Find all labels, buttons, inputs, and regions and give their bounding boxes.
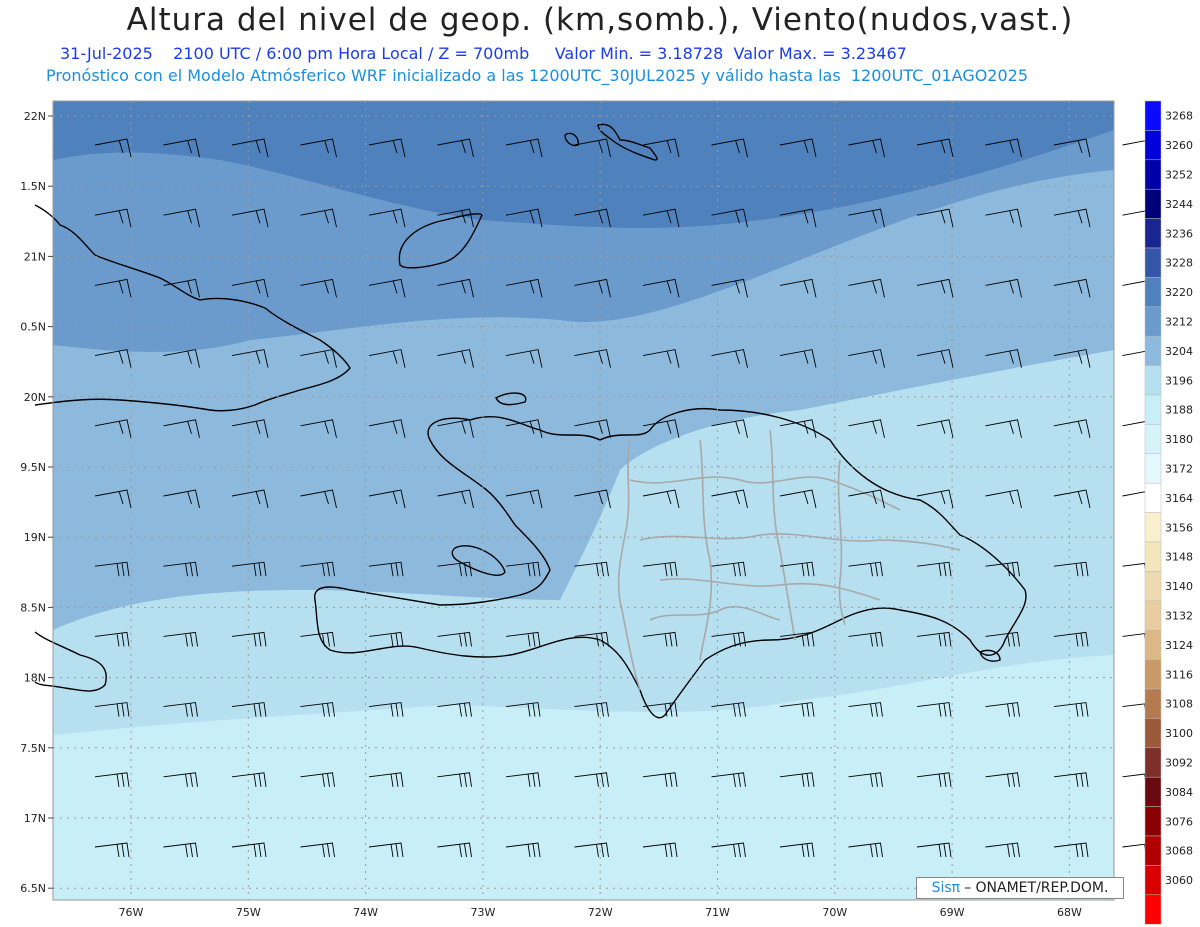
lon-label: 74W: [353, 906, 378, 919]
colorbar-label: 3212: [1165, 316, 1193, 329]
lat-label: 7.5N: [20, 742, 46, 755]
colorbar-label: 3060: [1165, 874, 1193, 887]
colorbar-label: 3116: [1165, 668, 1193, 681]
colorbar-cell: [1144, 453, 1162, 484]
colorbar-label: 3220: [1165, 286, 1193, 299]
colorbar-cell: [1144, 365, 1162, 396]
colorbar-label: 3260: [1165, 139, 1193, 152]
colorbar-label: 3252: [1165, 169, 1193, 182]
colorbar-cell: [1144, 629, 1162, 660]
colorbar-cell: [1144, 659, 1162, 690]
colorbar-cell: [1144, 218, 1162, 249]
colorbar-label: 3188: [1165, 404, 1193, 417]
colorbar-label: 3156: [1165, 521, 1193, 534]
colorbar-cell: [1144, 835, 1162, 866]
colorbar-label: 3268: [1165, 110, 1193, 123]
colorbar-label: 3108: [1165, 698, 1193, 711]
colorbar-label: 3140: [1165, 580, 1193, 593]
lat-label: 19N: [24, 531, 46, 544]
colorbar-label: 3228: [1165, 257, 1193, 270]
lon-label: 69W: [940, 906, 965, 919]
colorbar-label: 3204: [1165, 345, 1193, 358]
lat-label: 6.5N: [20, 882, 46, 895]
colorbar-cell: [1144, 394, 1162, 425]
colorbar-cell: [1144, 747, 1162, 778]
colorbar-label: 3100: [1165, 727, 1193, 740]
colorbar-label: 3196: [1165, 374, 1193, 387]
colorbar-cell: [1144, 130, 1162, 161]
lat-label: 22N: [24, 110, 46, 123]
colorbar-cell: [1144, 159, 1162, 190]
lon-label: 72W: [588, 906, 613, 919]
colorbar-label: 3164: [1165, 492, 1193, 505]
sis-logo-text: Sisπ: [931, 880, 961, 896]
colorbar-cell: [1144, 776, 1162, 807]
colorbar-cell: [1144, 482, 1162, 513]
credit-box: Sisπ – ONAMET/REP.DOM.: [916, 877, 1124, 899]
colorbar-cell: [1144, 806, 1162, 837]
colorbar-label: 3124: [1165, 639, 1193, 652]
colorbar-cell: [1144, 541, 1162, 572]
lon-label: 75W: [236, 906, 261, 919]
colorbar-cell: [1144, 718, 1162, 749]
lat-label: 8.5N: [20, 601, 46, 614]
lat-label: 20N: [24, 391, 46, 404]
lon-label: 73W: [470, 906, 495, 919]
colorbar-label: 3132: [1165, 610, 1193, 623]
colorbar-cell: [1144, 571, 1162, 602]
colorbar-cell: [1144, 512, 1162, 543]
colorbar-cell: [1144, 894, 1162, 925]
lat-label: 0.5N: [20, 321, 46, 334]
lat-label: 9.5N: [20, 461, 46, 474]
lon-label: 70W: [822, 906, 847, 919]
lat-label: 18N: [24, 672, 46, 685]
lat-label: 1.5N: [20, 180, 46, 193]
colorbar-cell: [1144, 865, 1162, 896]
lat-label: 17N: [24, 812, 46, 825]
lon-label: 68W: [1057, 906, 1082, 919]
colorbar-label: 3076: [1165, 815, 1193, 828]
credit-org: – ONAMET/REP.DOM.: [964, 880, 1109, 896]
colorbar-label: 3068: [1165, 845, 1193, 858]
lon-label: 76W: [119, 906, 144, 919]
colorbar-label: 3180: [1165, 433, 1193, 446]
colorbar-cell: [1144, 600, 1162, 631]
forecast-map: 22N 1.5N 21N 0.5N 20N 9.5N 19N 8.5N 18N 7.5N 17N 6.…: [20, 100, 1193, 925]
colorbar-cell: [1144, 100, 1162, 131]
colorbar-label: 3236: [1165, 227, 1193, 240]
geopotential-shading: [53, 101, 1114, 900]
color-legend: 3268 3260 3252 3244 3236 3228 3220 3212 3204 3196…: [1144, 100, 1193, 925]
colorbar-label: 3244: [1165, 198, 1193, 211]
colorbar-label: 3148: [1165, 551, 1193, 564]
colorbar-label: 3172: [1165, 463, 1193, 476]
colorbar-cell: [1144, 277, 1162, 308]
colorbar-cell: [1144, 188, 1162, 219]
lon-label: 71W: [705, 906, 730, 919]
latitude-labels: 22N 1.5N 21N 0.5N 20N 9.5N 19N 8.5N 18N 7.5N 17N 6.…: [20, 110, 53, 895]
colorbar-label: 3092: [1165, 757, 1193, 770]
colorbar-cell: [1144, 335, 1162, 366]
colorbar-label: 3084: [1165, 786, 1193, 799]
colorbar-cell: [1144, 247, 1162, 278]
longitude-labels: 76W 75W 74W 73W 72W 71W 70W 69W 68W: [119, 906, 1082, 919]
colorbar-cell: [1144, 424, 1162, 455]
lat-label: 21N: [24, 250, 46, 263]
colorbar-cell: [1144, 306, 1162, 337]
colorbar-cell: [1144, 688, 1162, 719]
